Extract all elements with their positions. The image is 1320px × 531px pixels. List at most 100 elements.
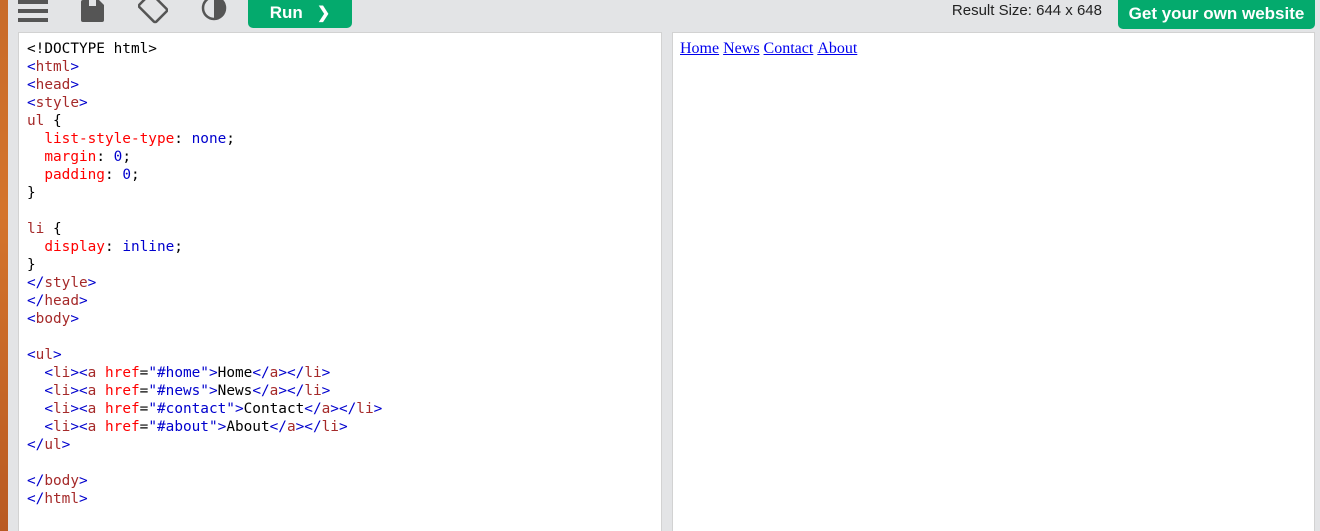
code-token: > <box>78 293 88 309</box>
code-line[interactable]: padding: 0; <box>27 166 382 184</box>
code-token: ; <box>226 131 235 147</box>
code-line[interactable]: <style> <box>27 94 382 112</box>
code-token: > <box>79 95 88 111</box>
code-token: </ <box>27 491 45 507</box>
code-token: display <box>44 239 105 255</box>
save-icon[interactable] <box>80 0 106 24</box>
code-token: </ <box>252 365 270 381</box>
code-line[interactable]: } <box>27 256 382 274</box>
code-token: </ <box>304 401 322 417</box>
code-token: > <box>208 365 218 381</box>
code-token: News <box>217 383 253 399</box>
code-line[interactable]: </ul> <box>27 436 382 454</box>
code-token: : <box>104 167 123 183</box>
code-token: > <box>208 383 218 399</box>
code-line[interactable]: </head> <box>27 292 382 310</box>
menu-icon[interactable] <box>18 0 48 24</box>
code-line[interactable]: <li><a href="#news">News</a></li> <box>27 382 382 400</box>
code-token: >< <box>70 383 88 399</box>
code-token: li <box>53 383 71 399</box>
run-button[interactable]: Run ❯ <box>248 0 352 28</box>
code-token: a <box>269 383 279 399</box>
code-line[interactable]: <li><a href="#home">Home</a></li> <box>27 364 382 382</box>
code-token: body <box>44 473 79 489</box>
code-token: margin <box>44 149 97 165</box>
code-line[interactable]: margin: 0; <box>27 148 382 166</box>
code-token: head <box>44 293 79 309</box>
code-token: a <box>286 419 296 435</box>
code-line[interactable]: ul { <box>27 112 382 130</box>
code-token: : <box>104 239 123 255</box>
code-token: < <box>44 365 53 381</box>
code-line[interactable]: <li><a href="#contact">Contact</a></li> <box>27 400 382 418</box>
nav-link-news[interactable]: News <box>723 40 759 57</box>
code-line[interactable]: <html> <box>27 58 382 76</box>
code-line[interactable]: list-style-type: none; <box>27 130 382 148</box>
code-token: html <box>35 59 71 75</box>
code-token: a <box>321 401 331 417</box>
code-token: li <box>304 383 322 399</box>
code-token: none <box>191 131 227 147</box>
code-token: < <box>27 77 36 93</box>
code-editor[interactable]: <!DOCTYPE html> <html> <head> <style> ul { l… <box>18 32 662 531</box>
code-token: head <box>35 77 71 93</box>
code-line[interactable] <box>27 328 382 346</box>
code-token: > <box>87 275 97 291</box>
code-line[interactable]: } <box>27 184 382 202</box>
code-token: ></ <box>278 365 305 381</box>
code-content[interactable]: <!DOCTYPE html> <html> <head> <style> ul { l… <box>27 40 382 508</box>
result-frame: Home News Contact About <box>672 32 1315 531</box>
code-token: href <box>105 401 140 417</box>
toolbar: Run ❯ Result Size: 644 x 648 Get your ow… <box>0 0 1320 30</box>
code-token: : <box>174 131 192 147</box>
code-token: > <box>53 347 62 363</box>
code-token: ul <box>35 347 53 363</box>
code-token: < <box>44 383 53 399</box>
code-token: </ <box>27 293 45 309</box>
code-token: "#home" <box>148 365 209 381</box>
code-token: style <box>44 275 88 291</box>
nav-link-home[interactable]: Home <box>680 40 719 57</box>
code-token: html <box>44 491 79 507</box>
code-token: About <box>226 419 270 435</box>
code-line[interactable]: </html> <box>27 490 382 508</box>
code-line[interactable]: <li><a href="#about">About</a></li> <box>27 418 382 436</box>
code-line[interactable]: <head> <box>27 76 382 94</box>
nav-link-about[interactable]: About <box>817 40 857 57</box>
code-token: ></ <box>278 383 305 399</box>
panel-splitter[interactable] <box>662 32 672 531</box>
code-line[interactable]: <!DOCTYPE html> <box>27 40 382 58</box>
code-token: li <box>53 419 71 435</box>
right-edge <box>1315 32 1320 531</box>
run-label: Run <box>269 3 303 22</box>
result-size-label: Result Size: 644 x 648 <box>951 2 1102 19</box>
code-line[interactable]: </body> <box>27 472 382 490</box>
code-token: > <box>321 365 331 381</box>
code-line[interactable] <box>27 202 382 220</box>
tryit-editor: Run ❯ Result Size: 644 x 648 Get your ow… <box>0 0 1320 531</box>
get-your-own-website-button[interactable]: Get your own website <box>1118 0 1315 29</box>
code-token: >< <box>70 419 88 435</box>
code-token: ul <box>44 437 62 453</box>
nav-link-contact[interactable]: Contact <box>764 40 814 57</box>
nav-item-about: About <box>817 40 857 57</box>
code-token: href <box>105 419 140 435</box>
code-line[interactable]: display: inline; <box>27 238 382 256</box>
code-line[interactable]: <body> <box>27 310 382 328</box>
nav-item-home: Home <box>680 40 719 57</box>
code-token: </ <box>252 383 270 399</box>
theme-icon[interactable] <box>200 0 228 24</box>
code-line[interactable]: </style> <box>27 274 382 292</box>
code-line[interactable]: li { <box>27 220 382 238</box>
code-token: > <box>70 77 79 93</box>
code-token: "#contact" <box>148 401 235 417</box>
code-line[interactable] <box>27 454 382 472</box>
rotate-icon[interactable] <box>137 0 169 24</box>
code-line[interactable]: <ul> <box>27 346 382 364</box>
code-token: href <box>105 383 140 399</box>
